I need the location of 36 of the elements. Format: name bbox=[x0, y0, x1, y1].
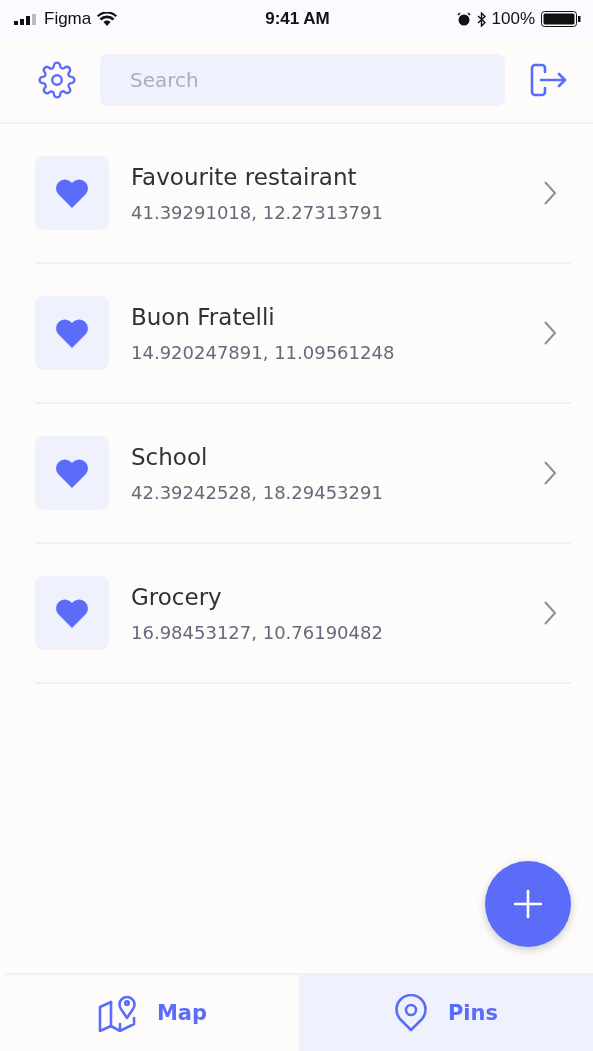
battery-percent: 100% bbox=[491, 9, 535, 29]
map-icon bbox=[96, 994, 137, 1032]
status-time: 9:41 AM bbox=[265, 9, 330, 29]
heart-icon bbox=[55, 318, 89, 348]
pin-name: School bbox=[131, 443, 209, 470]
battery-icon bbox=[541, 11, 581, 27]
bluetooth-icon bbox=[476, 11, 486, 27]
search-field[interactable]: Search bbox=[100, 54, 505, 106]
pin-list-item[interactable]: Grocery 16.98453127, 10.76190482 bbox=[35, 544, 571, 684]
pin-name: Favourite restairant bbox=[131, 163, 358, 190]
heart-icon bbox=[55, 458, 89, 488]
pin-list-item[interactable]: Favourite restairant 41.39291018, 12.27313791 bbox=[35, 124, 571, 264]
chevron-right-icon bbox=[543, 460, 557, 486]
pin-name: Buon Fratelli bbox=[131, 303, 276, 330]
pin-coordinates: 16.98453127, 10.76190482 bbox=[131, 621, 384, 643]
pin-coordinates: 41.39291018, 12.27313791 bbox=[131, 201, 384, 223]
location-pin-icon bbox=[393, 994, 428, 1032]
settings-icon[interactable] bbox=[38, 61, 76, 99]
alarm-icon bbox=[456, 12, 471, 26]
logout-icon[interactable] bbox=[529, 61, 569, 99]
plus-icon bbox=[513, 889, 543, 919]
chevron-right-icon bbox=[543, 180, 557, 206]
pin-list-item[interactable]: School 42.39242528, 18.29453291 bbox=[35, 404, 571, 544]
chevron-right-icon bbox=[543, 320, 557, 346]
signal-icon bbox=[14, 13, 38, 25]
heart-icon bbox=[55, 178, 89, 208]
pin-coordinates: 14.920247891, 11.09561248 bbox=[131, 341, 396, 363]
pin-list-item[interactable]: Buon Fratelli 14.920247891, 11.09561248 bbox=[35, 264, 571, 404]
chevron-right-icon bbox=[543, 600, 557, 626]
tab[interactable]: Pins bbox=[299, 975, 593, 1051]
heart-icon bbox=[55, 598, 89, 628]
add-button[interactable] bbox=[485, 861, 571, 947]
pin-name: Grocery bbox=[131, 583, 223, 610]
pin-coordinates: 42.39242528, 18.29453291 bbox=[131, 481, 384, 503]
carrier-name: Figma bbox=[44, 9, 92, 29]
wifi-icon bbox=[97, 12, 118, 26]
